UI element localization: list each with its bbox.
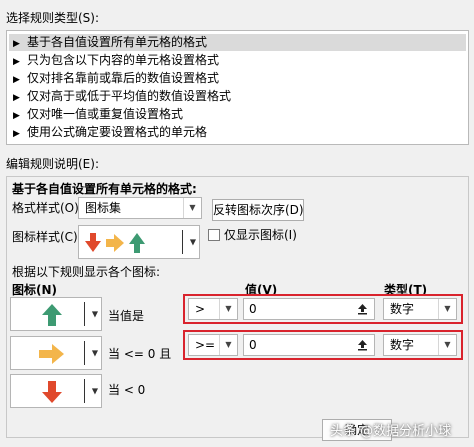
watermark: 头条 @数据分析小球	[330, 424, 452, 439]
icon-select-row-3[interactable]: ▼	[10, 374, 102, 408]
icon-style-label: 图标样式(C):	[12, 230, 82, 244]
reverse-icon-order-button[interactable]: 反转图标次序(D)	[212, 199, 304, 221]
format-all-heading: 基于各自值设置所有单元格的格式:	[12, 182, 197, 196]
triangle-right-icon: ▶	[13, 75, 20, 85]
triangle-right-icon: ▶	[13, 129, 20, 139]
value-text: 0	[249, 302, 257, 316]
dropdown-separator	[182, 230, 183, 254]
icon-set-preview	[85, 233, 145, 253]
show-icon-only-checkbox[interactable]	[208, 229, 220, 241]
chevron-down-icon: ▼	[91, 348, 98, 358]
type-value: 数字	[390, 302, 415, 316]
edit-rule-label: 编辑规则说明(E):	[6, 157, 99, 171]
rule-type-label: 只为包含以下内容的单元格设置格式	[27, 53, 220, 67]
format-style-value: 图标集	[85, 201, 122, 215]
rule-type-label: 基于各自值设置所有单元格的格式	[27, 35, 208, 49]
triangle-right-icon: ▶	[13, 111, 20, 121]
condition-label-row-2: 当 <= 0 且	[108, 347, 172, 361]
dropdown-separator	[84, 302, 85, 326]
red-down-arrow-icon	[85, 233, 101, 252]
rule-type-label: 仅对唯一值或重复值设置格式	[27, 107, 184, 121]
rule-type-item-formula[interactable]: ▶ 使用公式确定要设置格式的单元格	[9, 124, 466, 141]
format-style-select[interactable]: 图标集 ▼	[78, 197, 202, 219]
value-text: 0	[249, 338, 257, 352]
value-input-row-1[interactable]: 0	[243, 298, 375, 320]
operator-value: >=	[195, 338, 216, 352]
triangle-right-icon: ▶	[13, 39, 20, 49]
chevron-down-icon: ▼	[438, 299, 456, 319]
chevron-down-icon: ▼	[183, 198, 201, 218]
chevron-down-icon: ▼	[219, 299, 237, 319]
type-select-row-1[interactable]: 数字 ▼	[383, 298, 457, 320]
chevron-down-icon: ▼	[438, 335, 456, 355]
rule-type-item-each-value[interactable]: ▶ 基于各自值设置所有单元格的格式	[9, 34, 466, 51]
triangle-right-icon: ▶	[13, 93, 20, 103]
format-style-label: 格式样式(O):	[12, 201, 83, 215]
operator-select-row-1[interactable]: > ▼	[188, 298, 238, 320]
rule-type-item-contains[interactable]: ▶ 只为包含以下内容的单元格设置格式	[9, 52, 466, 69]
dropdown-separator	[84, 379, 85, 403]
chevron-down-icon: ▼	[189, 237, 196, 247]
collapse-dialog-icon[interactable]	[357, 339, 368, 351]
type-value: 数字	[390, 338, 415, 352]
red-down-arrow-icon	[42, 381, 62, 403]
rule-type-list[interactable]: ▶ 基于各自值设置所有单元格的格式 ▶ 只为包含以下内容的单元格设置格式 ▶ 仅对排名…	[6, 30, 469, 145]
rule-type-label: 仅对高于或低于平均值的数值设置格式	[27, 89, 232, 103]
collapse-dialog-icon[interactable]	[357, 303, 368, 315]
condition-label-row-1: 当值是	[108, 309, 145, 323]
rule-type-item-top-bottom[interactable]: ▶ 仅对排名靠前或靠后的数值设置格式	[9, 70, 466, 87]
icon-style-select[interactable]: ▼	[78, 225, 200, 259]
rule-type-item-average[interactable]: ▶ 仅对高于或低于平均值的数值设置格式	[9, 88, 466, 105]
chevron-down-icon: ▼	[219, 335, 237, 355]
dropdown-separator	[84, 341, 85, 365]
chevron-down-icon: ▼	[91, 309, 98, 319]
yellow-right-arrow-icon	[106, 234, 124, 252]
green-up-arrow-icon	[129, 233, 145, 253]
rule-type-item-unique-duplicate[interactable]: ▶ 仅对唯一值或重复值设置格式	[9, 106, 466, 123]
icon-select-row-1[interactable]: ▼	[10, 297, 102, 331]
show-icon-only-label: 仅显示图标(I)	[224, 228, 297, 242]
chevron-down-icon: ▼	[91, 386, 98, 396]
green-up-arrow-icon	[42, 304, 62, 326]
triangle-right-icon: ▶	[13, 57, 20, 67]
rules-caption: 根据以下规则显示各个图标:	[12, 265, 161, 279]
rule-type-label: 仅对排名靠前或靠后的数值设置格式	[27, 71, 220, 85]
col-header-icon: 图标(N)	[12, 283, 58, 297]
operator-value: >	[195, 302, 206, 316]
condition-label-row-3: 当 < 0	[108, 383, 146, 397]
rule-type-label: 使用公式确定要设置格式的单元格	[27, 125, 208, 139]
icon-select-row-2[interactable]: ▼	[10, 336, 102, 370]
yellow-right-arrow-icon	[39, 344, 64, 364]
operator-select-row-2[interactable]: >= ▼	[188, 334, 238, 356]
value-input-row-2[interactable]: 0	[243, 334, 375, 356]
select-rule-type-label: 选择规则类型(S):	[6, 11, 100, 25]
type-select-row-2[interactable]: 数字 ▼	[383, 334, 457, 356]
